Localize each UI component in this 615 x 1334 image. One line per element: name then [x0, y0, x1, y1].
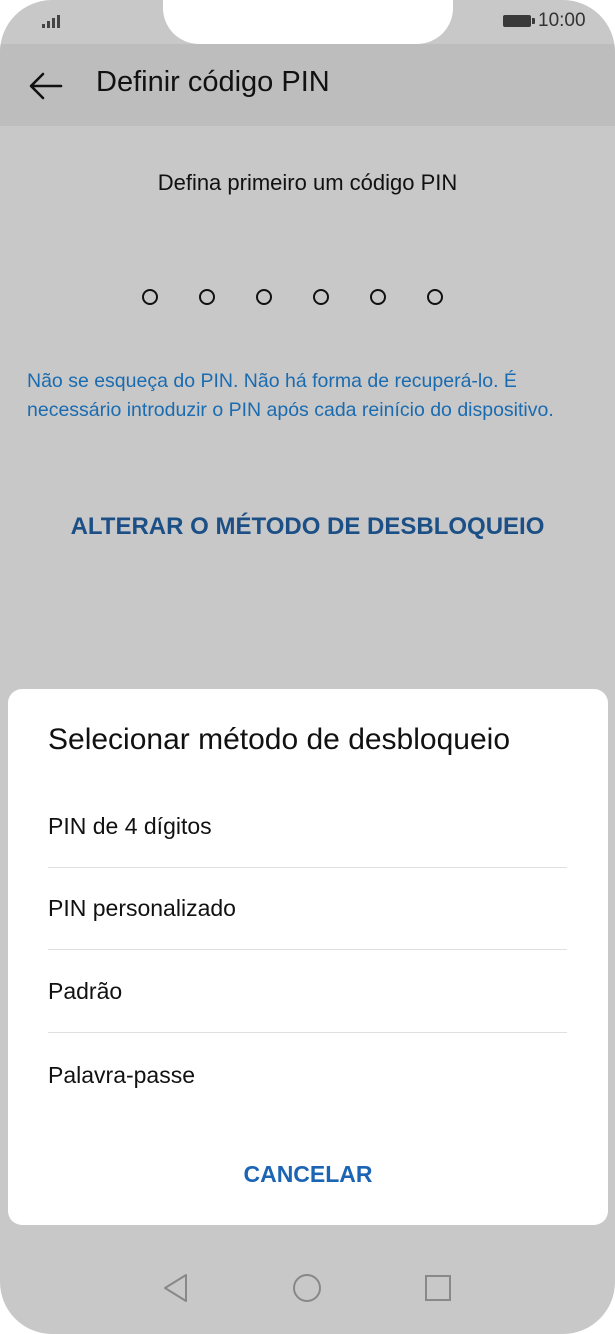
phone-screen: 10:00 Definir código PIN Defina primeiro… [0, 0, 615, 1334]
unlock-method-sheet: Selecionar método de desbloqueio PIN de … [8, 689, 608, 1225]
display-notch [163, 0, 453, 44]
pin-digit-indicator [370, 289, 386, 305]
pin-digit-indicator [142, 289, 158, 305]
option-label: Padrão [48, 978, 123, 1004]
option-label: Palavra-passe [48, 1061, 196, 1088]
option-password[interactable]: Palavra-passe [48, 1034, 567, 1116]
nav-home-button[interactable] [287, 1268, 327, 1308]
navigation-bar [0, 1240, 615, 1334]
sheet-title: Selecionar método de desbloqueio [48, 723, 510, 756]
app-bar: Definir código PIN [0, 44, 615, 126]
pin-digit-indicator [313, 289, 329, 305]
pin-digit-indicator [427, 289, 443, 305]
back-button[interactable] [22, 62, 70, 110]
pin-prompt: Defina primeiro um código PIN [157, 170, 458, 195]
arrow-left-icon [29, 72, 63, 100]
option-label: PIN de 4 dígitos [48, 813, 212, 839]
page-title: Definir código PIN [96, 66, 330, 98]
square-recents-icon [425, 1275, 451, 1301]
option-label: PIN personalizado [48, 895, 236, 921]
option-custom-pin[interactable]: PIN personalizado [48, 868, 567, 950]
change-unlock-method-link[interactable]: ALTERAR O MÉTODO DE DESBLOQUEIO [0, 513, 615, 541]
pin-indicator [142, 289, 443, 305]
option-4-digit-pin[interactable]: PIN de 4 dígitos [48, 786, 567, 868]
signal-bars-icon [42, 12, 60, 28]
pin-digit-indicator [199, 289, 215, 305]
cancel-button[interactable]: CANCELAR [8, 1161, 608, 1188]
status-time: 10:00 [538, 10, 586, 31]
battery-icon [503, 15, 535, 27]
pin-digit-indicator [256, 289, 272, 305]
triangle-back-icon [164, 1274, 187, 1302]
option-pattern[interactable]: Padrão [48, 951, 567, 1033]
nav-recents-button[interactable] [418, 1268, 458, 1308]
nav-back-button[interactable] [155, 1268, 195, 1308]
pin-warning-text: Não se esqueça do PIN. Não há forma de r… [27, 370, 554, 421]
circle-home-icon [293, 1274, 321, 1302]
